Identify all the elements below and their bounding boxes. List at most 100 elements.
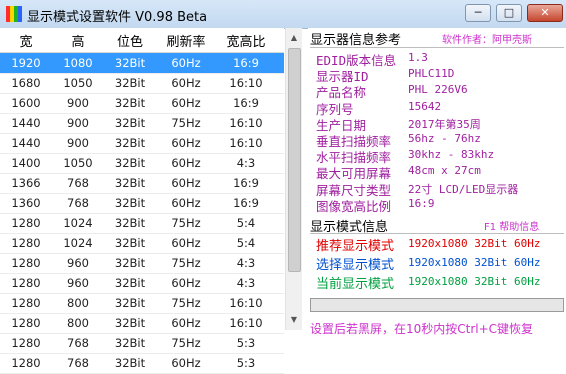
info-field-value: 30khz - 83khz — [408, 148, 495, 162]
cell-aspect-ratio: 16:9 — [233, 196, 259, 210]
cell-color-depth: 32Bit — [114, 96, 146, 110]
cell-color-depth: 32Bit — [114, 136, 146, 150]
scrollbar-thumb[interactable] — [288, 48, 301, 272]
cell-height: 1024 — [63, 236, 93, 250]
cell-color-depth: 32Bit — [114, 156, 146, 170]
table-row[interactable]: 1280 768 32Bit 60Hz 5:3 — [0, 353, 284, 373]
cell-height: 768 — [67, 176, 89, 190]
cell-aspect-ratio: 16:10 — [229, 76, 263, 90]
vertical-scrollbar[interactable]: ▲ ▼ — [285, 28, 302, 330]
cell-width: 1280 — [11, 256, 41, 270]
info-field-value: 15642 — [408, 99, 442, 113]
footer-hint: 设置后若黑屏，在10秒内按Ctrl+C键恢复 — [310, 322, 534, 336]
scroll-down-arrow-icon[interactable]: ▼ — [286, 312, 302, 328]
cell-height: 768 — [67, 196, 89, 210]
cell-height: 1050 — [63, 156, 93, 170]
info-field-value: 56hz - 76hz — [408, 132, 481, 145]
section-divider — [310, 47, 564, 48]
cell-aspect-ratio: 5:4 — [236, 216, 256, 230]
cell-color-depth: 32Bit — [114, 216, 146, 230]
cell-width: 1400 — [11, 156, 41, 170]
cell-height: 900 — [67, 116, 89, 130]
display-mode-value: 1920x1080 32Bit 60Hz — [408, 237, 541, 250]
table-row[interactable]: 1280 800 32Bit 60Hz 16:10 — [0, 313, 284, 333]
table-row[interactable]: 1280 960 32Bit 75Hz 4:3 — [0, 253, 284, 273]
app-icon — [6, 6, 22, 22]
maximize-button[interactable]: □ — [496, 4, 522, 22]
cell-refresh-rate: 75Hz — [171, 296, 201, 310]
column-header-color-depth[interactable]: 位色 — [104, 31, 156, 50]
table-row[interactable]: 1680 1050 32Bit 60Hz 16:10 — [0, 73, 284, 93]
display-mode-value: 1920x1080 32Bit 60Hz — [408, 256, 541, 269]
table-row[interactable]: 1280 1024 32Bit 75Hz 5:4 — [0, 213, 284, 233]
cell-aspect-ratio: 16:10 — [229, 116, 263, 130]
table-row[interactable]: 1360 768 32Bit 60Hz 16:9 — [0, 193, 284, 213]
cell-color-depth: 32Bit — [114, 296, 146, 310]
monitor-info-title: 显示器信息参考 — [310, 33, 402, 48]
cell-color-depth: 32Bit — [114, 176, 146, 190]
window-title: 显示模式设置软件 V0.98 Beta — [27, 10, 208, 25]
cell-refresh-rate: 75Hz — [171, 336, 201, 350]
info-field-value: 48cm x 27cm — [408, 164, 481, 178]
table-row[interactable]: 1366 768 32Bit 60Hz 16:9 — [0, 173, 284, 193]
cell-width: 1920 — [11, 56, 41, 70]
table-row[interactable]: 1600 900 32Bit 60Hz 16:9 — [0, 93, 284, 113]
cell-height: 900 — [67, 96, 89, 110]
column-header-height[interactable]: 高 — [52, 31, 104, 50]
cell-width: 1440 — [11, 136, 41, 150]
cell-width: 1366 — [11, 176, 41, 190]
info-field-value: 22寸 LCD/LED显示器 — [408, 182, 519, 196]
table-row[interactable]: 1280 768 32Bit 75Hz 5:3 — [0, 333, 284, 353]
cell-refresh-rate: 75Hz — [171, 116, 201, 130]
table-row[interactable]: 1440 900 32Bit 60Hz 16:10 — [0, 133, 284, 153]
column-header-aspect-ratio[interactable]: 宽高比 — [216, 31, 276, 50]
cell-color-depth: 32Bit — [114, 76, 146, 90]
table-row[interactable]: 1440 900 32Bit 75Hz 16:10 — [0, 113, 284, 133]
info-field-value: 2017年第35周 — [408, 117, 481, 131]
cell-aspect-ratio: 16:9 — [233, 176, 259, 190]
table-row[interactable]: 1280 1024 32Bit 60Hz 5:4 — [0, 233, 284, 253]
list-header: 宽 高 位色 刷新率 宽高比 — [0, 28, 284, 53]
title-bar: 显示模式设置软件 V0.98 Beta ─ □ ✕ — [0, 0, 566, 29]
minimize-button[interactable]: ─ — [465, 4, 491, 22]
help-hint[interactable]: F1 帮助信息 — [484, 218, 539, 233]
cell-width: 1280 — [11, 356, 41, 370]
cell-refresh-rate: 60Hz — [171, 176, 201, 190]
table-row[interactable]: 1920 1080 32Bit 60Hz 16:9 — [0, 53, 284, 73]
cell-height: 1050 — [63, 76, 93, 90]
cell-aspect-ratio: 16:10 — [229, 316, 263, 330]
cell-width: 1280 — [11, 236, 41, 250]
cell-width: 1360 — [11, 196, 41, 210]
cell-refresh-rate: 60Hz — [171, 136, 201, 150]
cell-aspect-ratio: 4:3 — [236, 276, 256, 290]
cell-refresh-rate: 60Hz — [171, 356, 201, 370]
table-row[interactable]: 1280 800 32Bit 75Hz 16:10 — [0, 293, 284, 313]
cell-refresh-rate: 60Hz — [171, 276, 201, 290]
cell-aspect-ratio: 4:3 — [236, 256, 256, 270]
cell-color-depth: 32Bit — [114, 256, 146, 270]
info-field-value: 1.3 — [408, 51, 428, 64]
column-header-width[interactable]: 宽 — [0, 31, 52, 50]
cell-height: 960 — [67, 256, 89, 270]
cell-color-depth: 32Bit — [114, 56, 146, 70]
column-header-refresh-rate[interactable]: 刷新率 — [156, 31, 216, 50]
cell-aspect-ratio: 16:10 — [229, 136, 263, 150]
table-row[interactable]: 1280 960 32Bit 60Hz 4:3 — [0, 273, 284, 293]
cell-refresh-rate: 60Hz — [171, 56, 201, 70]
display-mode-label: 推荐显示模式 — [316, 239, 395, 254]
cell-refresh-rate: 60Hz — [171, 196, 201, 210]
cell-height: 1024 — [63, 216, 93, 230]
cell-aspect-ratio: 5:3 — [236, 336, 256, 350]
cell-width: 1600 — [11, 96, 41, 110]
table-row[interactable]: 1400 1050 32Bit 60Hz 4:3 — [0, 153, 284, 173]
cell-aspect-ratio: 16:10 — [229, 296, 263, 310]
cell-color-depth: 32Bit — [114, 276, 146, 290]
scroll-up-arrow-icon[interactable]: ▲ — [286, 30, 302, 46]
cell-refresh-rate: 60Hz — [171, 156, 201, 170]
cell-width: 1280 — [11, 336, 41, 350]
progress-bar — [310, 298, 564, 312]
cell-height: 800 — [67, 296, 89, 310]
close-button[interactable]: ✕ — [527, 4, 563, 22]
cell-refresh-rate: 60Hz — [171, 316, 201, 330]
cell-height: 768 — [67, 336, 89, 350]
